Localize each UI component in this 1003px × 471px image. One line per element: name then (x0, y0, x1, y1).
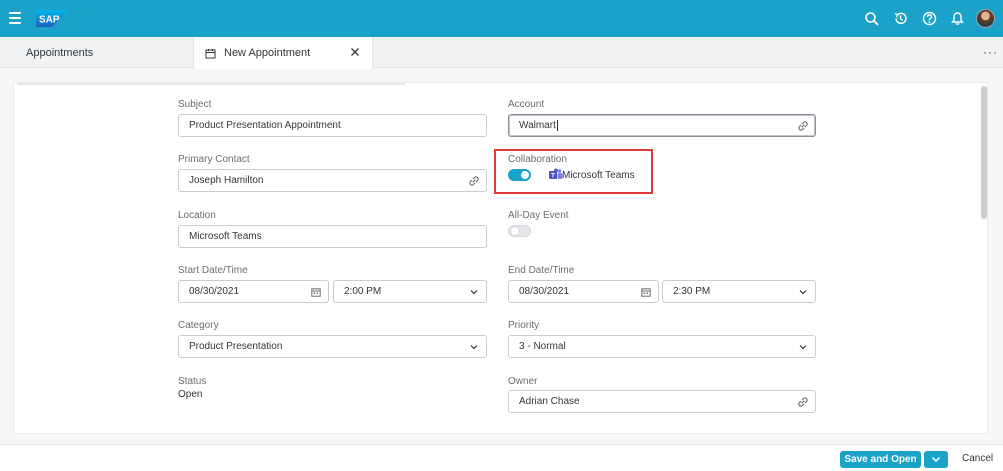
all-day-event-toggle[interactable] (508, 225, 531, 237)
sap-logo[interactable]: SAP (36, 10, 68, 27)
subject-input[interactable]: Product Presentation Appointment (178, 114, 487, 137)
shell-bar: SAP (0, 0, 1003, 37)
value-help-link-icon[interactable] (469, 176, 479, 186)
chevron-down-icon (931, 456, 941, 463)
collaboration-toggle[interactable] (508, 169, 531, 181)
priority-select[interactable]: 3 - Normal (508, 335, 816, 358)
owner-value: Adrian Chase (519, 396, 580, 407)
tab-bar: Appointments New Appointment ··· (0, 37, 1003, 69)
primary-contact-label: Primary Contact (178, 154, 250, 165)
owner-label: Owner (508, 376, 538, 387)
tab-label: Appointments (26, 46, 94, 59)
location-value: Microsoft Teams (189, 231, 262, 242)
cancel-button[interactable]: Cancel (962, 453, 993, 464)
value-help-link-icon[interactable] (798, 121, 808, 131)
end-time-select[interactable]: 2:30 PM (662, 280, 816, 303)
start-date-input[interactable]: 08/30/2021 (178, 280, 329, 303)
tab-appointments[interactable]: Appointments (26, 37, 93, 68)
subject-label: Subject (178, 99, 212, 110)
end-date-input[interactable]: 08/30/2021 (508, 280, 659, 303)
owner-input[interactable]: Adrian Chase (508, 390, 816, 413)
section-divider (17, 83, 405, 85)
start-time-value: 2:00 PM (344, 286, 382, 297)
end-datetime-label: End Date/Time (508, 265, 575, 276)
calendar-icon (205, 48, 216, 58)
save-options-dropdown-button[interactable] (924, 451, 948, 468)
status-value: Open (178, 389, 203, 400)
chevron-down-icon[interactable] (798, 342, 808, 352)
svg-text:T: T (551, 173, 555, 180)
start-datetime-label: Start Date/Time (178, 265, 248, 276)
start-date-value: 08/30/2021 (189, 286, 240, 297)
status-label: Status (178, 376, 207, 387)
toggle-knob (521, 171, 529, 179)
tab-new-appointment[interactable]: New Appointment (193, 37, 373, 69)
user-avatar[interactable] (976, 9, 995, 28)
date-picker-calendar-icon[interactable] (641, 287, 651, 297)
search-icon[interactable] (864, 11, 879, 26)
primary-contact-input[interactable]: Joseph Hamilton (178, 169, 487, 192)
collaboration-label: Collaboration (508, 154, 567, 165)
svg-text:SAP: SAP (39, 15, 60, 26)
tab-label: New Appointment (224, 47, 311, 59)
save-and-open-button[interactable]: Save and Open (840, 451, 921, 468)
date-picker-calendar-icon[interactable] (311, 287, 321, 297)
category-label: Category (178, 320, 219, 331)
account-value: Walmart (519, 120, 556, 131)
end-time-value: 2:30 PM (673, 286, 711, 297)
subject-value: Product Presentation Appointment (189, 120, 341, 131)
chevron-down-icon[interactable] (469, 287, 479, 297)
location-input[interactable]: Microsoft Teams (178, 225, 487, 248)
account-label: Account (508, 99, 545, 110)
toggle-knob (511, 227, 519, 235)
location-label: Location (178, 210, 216, 221)
priority-label: Priority (508, 320, 540, 331)
all-day-event-label: All-Day Event (508, 210, 569, 221)
close-tab-icon[interactable] (350, 47, 360, 57)
help-icon[interactable] (922, 11, 937, 26)
more-options-icon[interactable]: ··· (983, 46, 998, 58)
appointment-form-card (13, 82, 988, 434)
category-select[interactable]: Product Presentation (178, 335, 487, 358)
hamburger-menu-icon[interactable] (9, 12, 21, 24)
microsoft-teams-icon: T (549, 168, 563, 180)
chevron-down-icon[interactable] (469, 342, 479, 352)
primary-contact-value: Joseph Hamilton (189, 175, 264, 186)
value-help-link-icon[interactable] (798, 397, 808, 407)
text-cursor (556, 120, 558, 131)
category-value: Product Presentation (189, 341, 283, 352)
history-icon[interactable] (893, 11, 908, 26)
scrollbar-thumb[interactable] (981, 86, 987, 219)
notifications-bell-icon[interactable] (950, 11, 965, 26)
start-time-select[interactable]: 2:00 PM (333, 280, 487, 303)
end-date-value: 08/30/2021 (519, 286, 570, 297)
account-input[interactable]: Walmart (508, 114, 816, 137)
priority-value: 3 - Normal (519, 341, 566, 352)
collaboration-app-name: Microsoft Teams (562, 170, 635, 181)
chevron-down-icon[interactable] (798, 287, 808, 297)
